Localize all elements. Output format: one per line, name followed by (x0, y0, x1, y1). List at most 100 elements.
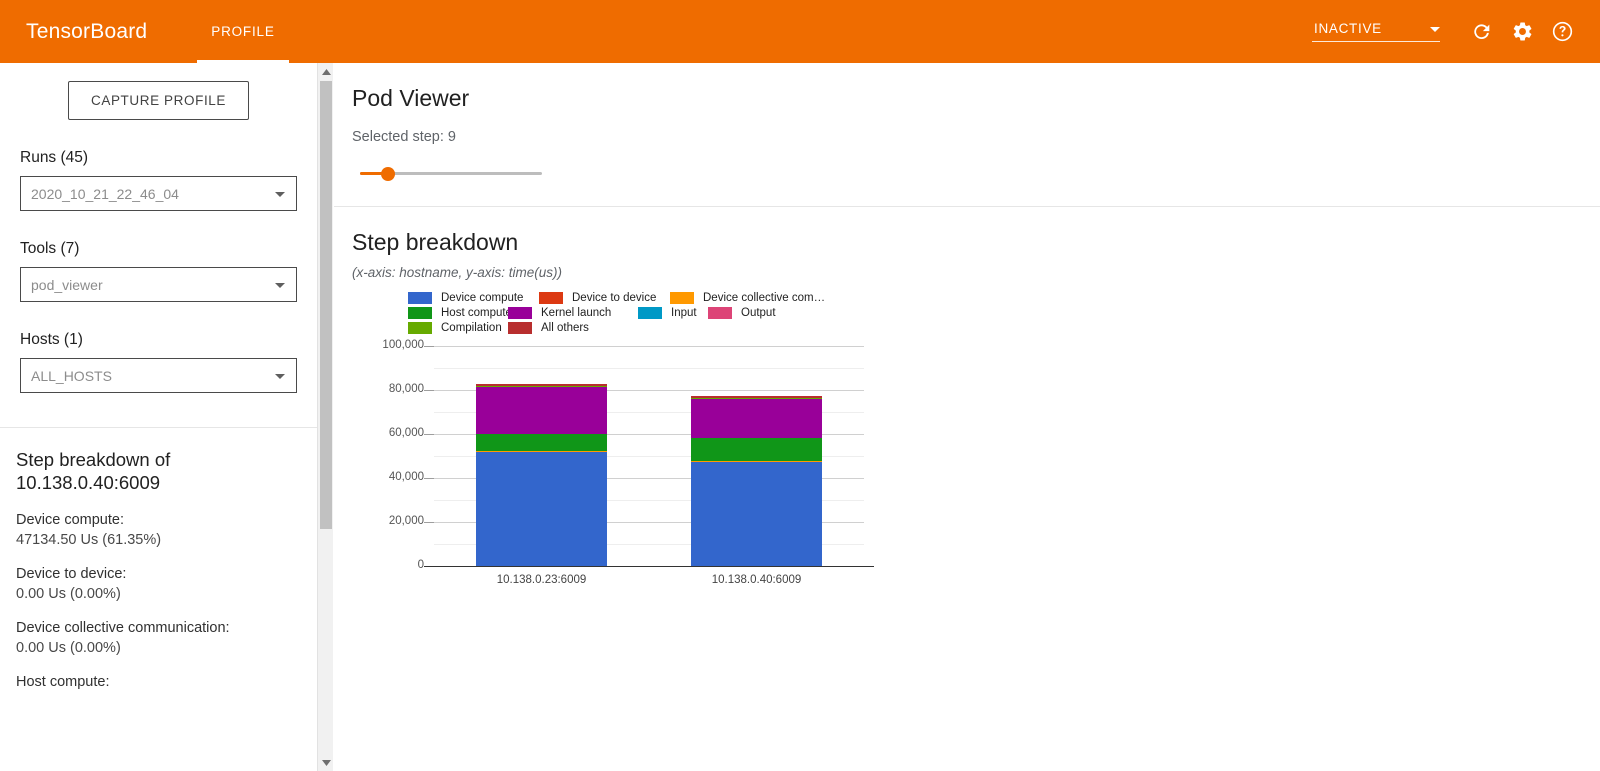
y-tickmark (424, 522, 434, 523)
legend-label: Input (671, 306, 697, 319)
x-tick-label: 10.138.0.40:6009 (711, 574, 802, 586)
stat-device-compute: Device compute: 47134.50 Us (61.35%) (16, 512, 301, 548)
legend-label: Device compute (441, 291, 524, 304)
reload-icon (1474, 23, 1490, 39)
stat-label: Device collective communication: (16, 620, 230, 636)
sidebar-scrollbar[interactable] (317, 63, 333, 771)
app-header: TensorBoard PROFILE INACTIVE (0, 0, 1600, 63)
run-state-dropdown[interactable]: INACTIVE (1312, 21, 1440, 42)
y-tick-label: 40,000 (388, 471, 424, 483)
legend-item[interactable]: Output (708, 306, 776, 319)
scroll-up-icon[interactable] (318, 63, 334, 80)
slider-thumb[interactable] (381, 167, 395, 181)
stat-value: 47134.50 Us (61.35%) (16, 532, 162, 548)
bar-segment[interactable] (691, 462, 822, 566)
legend-swatch (508, 321, 532, 334)
tools-label: Tools (7) (20, 240, 80, 257)
legend-swatch (408, 306, 432, 319)
legend-item[interactable]: Device collective com… (670, 291, 825, 304)
legend-label: All others (541, 321, 589, 334)
y-tick-label: 100,000 (382, 339, 424, 351)
bar-segment[interactable] (691, 398, 822, 400)
bar-segment[interactable] (476, 433, 607, 452)
y-tickmark (424, 478, 434, 479)
runs-label: Runs (45) (20, 149, 89, 166)
legend-item[interactable]: Compilation (408, 321, 502, 334)
runs-select[interactable]: 2020_10_21_22_46_04 (20, 176, 297, 211)
legend-item[interactable]: Device compute (408, 291, 524, 304)
legend-item[interactable]: Host compute (408, 306, 512, 319)
legend-label: Host compute (441, 306, 512, 319)
runs-select-value: 2020_10_21_22_46_04 (31, 185, 179, 202)
legend-swatch (508, 306, 532, 319)
capture-profile-row: CAPTURE PROFILE (0, 63, 317, 120)
y-tickmark (424, 434, 434, 435)
left-sidebar: CAPTURE PROFILE Runs (45) 2020_10_21_22_… (0, 63, 317, 771)
step-breakdown-chart: Device compute Device to device Device col… (374, 290, 894, 590)
chart-legend: Device compute Device to device Device col… (408, 290, 878, 335)
bar-segment[interactable] (691, 399, 822, 438)
legend-row: Device compute Device to device Device col… (408, 290, 878, 305)
bar-segment[interactable] (691, 437, 822, 462)
bar-segment[interactable] (476, 386, 607, 434)
app-brand: TensorBoard (26, 19, 148, 43)
hosts-select[interactable]: ALL_HOSTS (20, 358, 297, 393)
legend-swatch (670, 291, 694, 304)
tab-profile[interactable]: PROFILE (197, 0, 290, 63)
legend-item[interactable]: Kernel launch (508, 306, 611, 319)
legend-item[interactable]: All others (508, 321, 589, 334)
stats-title: Step breakdown of 10.138.0.40:6009 (16, 449, 171, 493)
legend-swatch (408, 321, 432, 334)
header-controls: INACTIVE (1312, 12, 1582, 52)
scroll-down-icon[interactable] (318, 754, 334, 771)
legend-item[interactable]: Input (638, 306, 697, 319)
stat-value: 0.00 Us (0.00%) (16, 586, 121, 602)
legend-swatch (708, 306, 732, 319)
bar-segment[interactable] (476, 385, 607, 387)
chart-plot-area: 0 20,000 40,000 60,000 80,000 100,000 10.138.0… (374, 338, 894, 586)
stat-label: Device compute: (16, 512, 124, 528)
stat-value: 0.00 Us (0.00%) (16, 640, 121, 656)
hosts-label: Hosts (1) (20, 331, 83, 348)
chevron-down-icon (275, 283, 285, 288)
legend-label: Output (741, 306, 776, 319)
bar-segment[interactable] (691, 396, 822, 399)
chart-bar[interactable] (476, 346, 607, 566)
scrollbar-thumb[interactable] (320, 81, 332, 529)
legend-label: Compilation (441, 321, 502, 334)
stat-label: Host compute: (16, 674, 110, 690)
bar-segment[interactable] (476, 451, 607, 453)
hosts-field: Hosts (1) ALL_HOSTS (20, 331, 297, 393)
bar-segment[interactable] (476, 383, 607, 386)
legend-item[interactable]: Device to device (539, 291, 657, 304)
step-breakdown-card: Step breakdown (x-axis: hostname, y-axis… (334, 229, 1600, 590)
selected-step-label: Selected step: 9 (352, 129, 456, 145)
step-breakdown-stats: Step breakdown of 10.138.0.40:6009 Devic… (0, 428, 317, 690)
y-tick-label: 0 (417, 559, 424, 571)
step-slider[interactable] (360, 165, 570, 183)
card-subtitle: (x-axis: hostname, y-axis: time(us)) (352, 265, 563, 280)
y-tick-label: 20,000 (388, 515, 424, 527)
chevron-down-icon (275, 192, 285, 197)
x-tick-label: 10.138.0.23:6009 (496, 574, 587, 586)
stat-device-collective-communication: Device collective communication: 0.00 Us… (16, 620, 301, 656)
tools-select[interactable]: pod_viewer (20, 267, 297, 302)
x-axis-line (424, 566, 874, 567)
legend-row: Host compute Kernel launch Input Output (408, 305, 878, 320)
legend-label: Device to device (572, 291, 657, 304)
y-tick-label: 60,000 (388, 427, 424, 439)
stat-label: Device to device: (16, 566, 127, 582)
nav-tabs: PROFILE (197, 0, 290, 63)
bar-segment[interactable] (476, 452, 607, 566)
help-button[interactable] (1542, 12, 1582, 52)
stat-host-compute: Host compute: (16, 674, 301, 690)
reload-button[interactable] (1462, 12, 1502, 52)
chart-bar[interactable] (691, 346, 822, 566)
tools-field: Tools (7) pod_viewer (20, 240, 297, 302)
bar-segment[interactable] (691, 461, 822, 463)
page-title: Pod Viewer (352, 85, 470, 111)
capture-profile-button[interactable]: CAPTURE PROFILE (67, 81, 250, 120)
hosts-select-value: ALL_HOSTS (31, 367, 112, 384)
settings-button[interactable] (1502, 12, 1542, 52)
y-tick-label: 80,000 (388, 383, 424, 395)
